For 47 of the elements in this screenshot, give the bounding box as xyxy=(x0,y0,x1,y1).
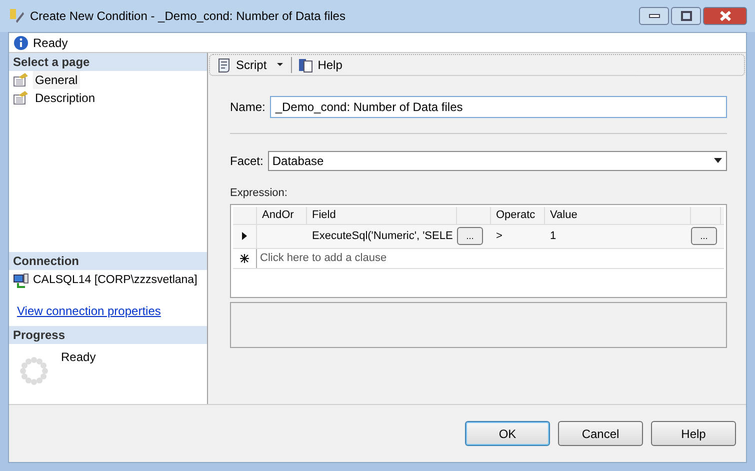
help-button[interactable]: Help xyxy=(296,56,344,74)
dialog-button[interactable]: OK xyxy=(465,421,550,446)
script-button[interactable]: Script xyxy=(214,56,287,74)
caret-icon xyxy=(713,158,723,164)
dialog-button[interactable]: Cancel xyxy=(558,421,643,446)
column-header: Value xyxy=(550,208,578,223)
add-clause-prompt[interactable]: Click here to add a clause xyxy=(257,248,390,268)
name-label: Name: xyxy=(230,99,266,116)
progress-text: Ready xyxy=(61,349,96,366)
ellipsis-button[interactable]: ... xyxy=(691,227,717,245)
spinner-icon xyxy=(19,356,49,386)
page-icon xyxy=(13,91,29,105)
facet-label: Facet: xyxy=(230,153,264,170)
dialog-button[interactable]: Help xyxy=(651,421,736,446)
window-title: Create New Condition - _Demo_cond: Number of Data files xyxy=(30,8,346,25)
facet-dropdown[interactable]: Database xyxy=(268,151,727,171)
ellipsis-button[interactable]: ... xyxy=(457,227,483,245)
tools-icon xyxy=(8,7,26,25)
scroll-icon xyxy=(216,57,232,73)
column-header: Field xyxy=(312,208,336,223)
maximize-button[interactable] xyxy=(671,7,701,25)
status-text: Ready xyxy=(33,34,68,52)
table-cell-text: 1 xyxy=(550,228,556,244)
minimize-icon xyxy=(648,14,660,18)
server-name: CALSQL14 [CORP\zzzsvetlana] xyxy=(33,273,198,288)
name-field[interactable]: _Demo_cond: Number of Data files xyxy=(270,96,727,118)
section-header: Connection xyxy=(9,252,207,270)
minimize-button[interactable] xyxy=(639,7,669,25)
page-icon xyxy=(13,73,29,87)
close-button[interactable] xyxy=(703,7,747,25)
table-cell-text: ExecuteSql('Numeric', 'SELE xyxy=(312,228,453,244)
close-icon xyxy=(720,11,730,21)
new-row-icon xyxy=(240,254,249,262)
page-item[interactable]: General xyxy=(33,71,80,89)
section-header: Select a page xyxy=(9,53,207,71)
page-item[interactable]: Description xyxy=(33,89,98,107)
connection-link[interactable]: View connection properties xyxy=(9,302,207,320)
column-header: Operatc xyxy=(496,208,536,223)
maximize-icon xyxy=(680,11,692,21)
book-icon xyxy=(298,57,314,73)
row-pointer-icon xyxy=(242,232,247,240)
section-header: Progress xyxy=(9,326,207,344)
column-header: AndOr xyxy=(262,208,294,223)
server-icon xyxy=(13,273,29,289)
caret-icon xyxy=(274,62,285,68)
table-cell-text: > xyxy=(496,228,502,244)
expression-label: Expression: xyxy=(230,186,288,201)
